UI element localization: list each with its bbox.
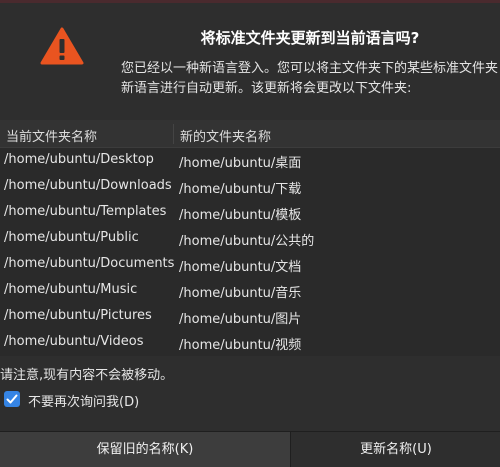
new-folder-cell: /home/ubuntu/下载	[179, 182, 302, 197]
table-row[interactable]: /home/ubuntu/Documents /home/ubuntu/文档	[0, 252, 500, 278]
checkmark-icon	[6, 394, 18, 404]
table-row[interactable]: /home/ubuntu/Pictures /home/ubuntu/图片	[0, 304, 500, 330]
new-folder-cell: /home/ubuntu/桌面	[179, 156, 302, 171]
description-line-1: 您已经以一种新语言登入。您可以将主文件夹下的某些标准文件夹	[121, 61, 499, 76]
new-folder-cell: /home/ubuntu/模板	[179, 208, 302, 223]
new-folder-cell: /home/ubuntu/文档	[179, 260, 302, 275]
table-row[interactable]: /home/ubuntu/Public /home/ubuntu/公共的	[0, 226, 500, 252]
table-row[interactable]: /home/ubuntu/Downloads /home/ubuntu/下载	[0, 174, 500, 200]
table-row[interactable]: /home/ubuntu/Desktop /home/ubuntu/桌面	[0, 148, 500, 174]
dialog-title: 将标准文件夹更新到当前语言吗?	[200, 29, 420, 47]
current-folder-cell: /home/ubuntu/Downloads	[4, 178, 172, 193]
table-row[interactable]: /home/ubuntu/Templates /home/ubuntu/模板	[0, 200, 500, 226]
new-folder-cell: /home/ubuntu/公共的	[179, 234, 315, 249]
column-header-current-name[interactable]: 当前文件夹名称	[6, 126, 97, 145]
update-names-button[interactable]: 更新名称(U)	[290, 432, 500, 467]
update-folders-dialog: 将标准文件夹更新到当前语言吗? 您已经以一种新语言登入。您可以将主文件夹下的某些…	[0, 0, 500, 467]
dialog-header: 将标准文件夹更新到当前语言吗? 您已经以一种新语言登入。您可以将主文件夹下的某些…	[0, 3, 500, 120]
dont-ask-again-label[interactable]: 不要再次询问我(D)	[28, 391, 139, 410]
current-folder-cell: /home/ubuntu/Videos	[4, 334, 144, 349]
dialog-button-bar: 保留旧的名称(K) 更新名称(U)	[0, 431, 500, 467]
column-separator[interactable]	[173, 124, 174, 144]
dont-ask-again-checkbox[interactable]	[4, 391, 20, 407]
dialog-description: 您已经以一种新语言登入。您可以将主文件夹下的某些标准文件夹 新语言进行自动更新。…	[121, 59, 500, 99]
description-line-2: 新语言进行自动更新。该更新将会更改以下文件夹:	[121, 81, 412, 96]
table-row[interactable]: /home/ubuntu/Videos /home/ubuntu/视频	[0, 330, 500, 356]
content-not-moved-note: 请注意,现有内容不会被移动。	[0, 368, 174, 383]
current-folder-cell: /home/ubuntu/Desktop	[4, 152, 154, 167]
current-folder-cell: /home/ubuntu/Templates	[4, 204, 167, 219]
current-folder-cell: /home/ubuntu/Public	[4, 230, 139, 245]
current-folder-cell: /home/ubuntu/Pictures	[4, 308, 152, 323]
new-folder-cell: /home/ubuntu/音乐	[179, 286, 302, 301]
warning-triangle-icon	[40, 27, 84, 65]
folder-rename-table: 当前文件夹名称 新的文件夹名称 /home/ubuntu/Desktop /ho…	[0, 120, 500, 356]
table-body: /home/ubuntu/Desktop /home/ubuntu/桌面 /ho…	[0, 148, 500, 356]
table-row[interactable]: /home/ubuntu/Music /home/ubuntu/音乐	[0, 278, 500, 304]
new-folder-cell: /home/ubuntu/图片	[179, 312, 302, 327]
column-header-new-name[interactable]: 新的文件夹名称	[180, 126, 271, 145]
current-folder-cell: /home/ubuntu/Music	[4, 282, 138, 297]
table-header: 当前文件夹名称 新的文件夹名称	[0, 120, 500, 148]
new-folder-cell: /home/ubuntu/视频	[179, 338, 302, 353]
current-folder-cell: /home/ubuntu/Documents	[4, 256, 175, 271]
keep-old-names-button[interactable]: 保留旧的名称(K)	[0, 432, 290, 467]
